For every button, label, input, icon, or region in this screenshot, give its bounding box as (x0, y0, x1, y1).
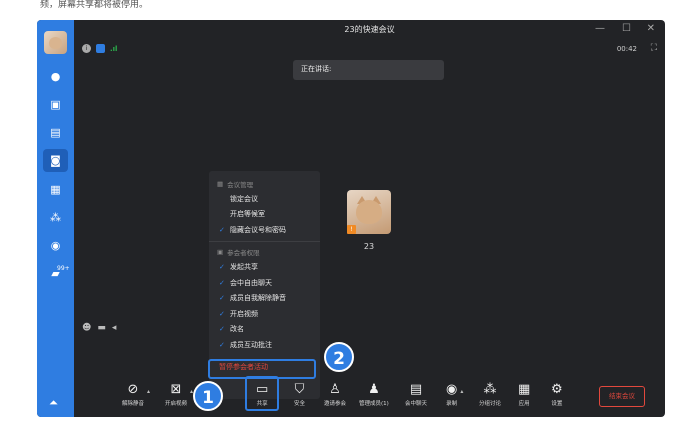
menu-item-lock-meeting[interactable]: 锁定会议 (209, 191, 320, 207)
menu-item-enable-video[interactable]: ✓ 开启视频 (209, 306, 320, 322)
breakout-icon: ⁂ (483, 382, 497, 397)
minimize-icon[interactable]: — (595, 23, 605, 34)
notification-badge: 99+ (57, 265, 70, 272)
breakout-button[interactable]: ⁂ 分组讨论 (479, 382, 501, 407)
mic-off-icon: ⊘ (127, 382, 139, 397)
menu-item-start-share[interactable]: ✓ 发起共享 (209, 260, 320, 276)
floating-controls: ☻ ▬ ◂ (82, 323, 116, 333)
status-row: i .ıl (82, 44, 117, 53)
lock-icon: ▣ (217, 248, 224, 256)
chat-icon[interactable]: ● (49, 70, 62, 83)
camera-off-icon: ⊠ (170, 382, 182, 397)
info-icon[interactable]: i (82, 44, 91, 53)
meeting-timer: 00:42 (616, 45, 637, 53)
close-icon[interactable]: ✕ (647, 23, 655, 34)
check-icon: ✓ (219, 309, 225, 318)
org-chart-icon[interactable]: ⁂ (49, 211, 62, 224)
muted-mic-icon: ! (347, 225, 356, 234)
menu-divider (209, 240, 320, 242)
unmute-button[interactable]: ⊘ 解除静音 ▴ (122, 382, 150, 407)
left-rail: ● ▣ ▤ ◙ ▦ ⁂ ◉ ▰ 99+ ⏶ (37, 20, 74, 417)
speaking-indicator: 正在讲话: (293, 60, 444, 80)
video-button[interactable]: ⊠ 开启视频 ▴ (165, 382, 193, 407)
bottom-toolbar: ⊘ 解除静音 ▴ ⊠ 开启视频 ▴ ▭ 共享 ⛉ 安全 ♙ 邀请参会 ♟ 管理成… (74, 380, 665, 417)
caret-up-icon[interactable]: ▴ (147, 388, 150, 395)
gear-icon: ⚙ (551, 382, 563, 397)
menu-item-hide-meeting-id[interactable]: ✓ 隐藏会议号和密码 (209, 222, 320, 238)
signal-icon[interactable]: .ıl (110, 45, 117, 53)
members-icon: ♟ (368, 382, 380, 397)
apps-button[interactable]: ▦ 应用 (518, 382, 530, 407)
fullscreen-icon[interactable]: ⛶ (651, 43, 657, 53)
user-avatar[interactable] (44, 31, 67, 54)
menu-item-rename[interactable]: ✓ 改名 (209, 322, 320, 338)
chat-button[interactable]: ▤ 会中聊天 (405, 382, 427, 407)
step-marker-2: 2 (324, 342, 354, 372)
check-icon: ✓ (219, 325, 225, 334)
collapse-icon[interactable]: ◂ (112, 323, 117, 333)
add-person-icon: ♙ (329, 382, 341, 397)
workspace-icon[interactable]: ◉ (49, 239, 62, 252)
menu-item-annotation[interactable]: ✓ 成员互动批注 (209, 337, 320, 353)
menu-section-participant-permissions: ▣ 参会者权限 (217, 248, 260, 257)
comment-icon[interactable]: ▬ (97, 323, 106, 333)
page-caption: 频，屏幕共享都将被停用。 (40, 0, 149, 10)
step-marker-1: 1 (193, 381, 223, 411)
window-title: 23的快速会议 (344, 25, 395, 34)
meeting-icon[interactable]: ◙ (43, 149, 68, 172)
apps-icon: ▦ (518, 382, 531, 397)
record-button[interactable]: ◉ 录制 ▴ (446, 382, 463, 407)
security-button[interactable]: ⛉ 安全 (294, 382, 305, 407)
end-meeting-button[interactable]: 结束会议 (599, 386, 645, 407)
app-logo-icon[interactable]: ⏶ (49, 396, 58, 410)
check-icon: ✓ (219, 278, 225, 287)
check-icon: ✓ (219, 340, 225, 349)
record-icon: ◉ (446, 382, 458, 397)
security-highlight (245, 376, 279, 411)
chat-bubble-icon: ▤ (409, 382, 423, 397)
document-icon[interactable]: ▤ (49, 126, 62, 139)
title-bar: 23的快速会议 — ☐ ✕ (74, 20, 665, 38)
check-icon: ✓ (219, 225, 225, 234)
check-icon: ✓ (219, 294, 225, 303)
menu-item-self-unmute[interactable]: ✓ 成员自我解除静音 (209, 291, 320, 307)
apps-grid-icon[interactable]: ▦ (49, 183, 62, 196)
participant-name: 23 (363, 242, 375, 251)
manage-members-button[interactable]: ♟ 管理成员(1) (359, 382, 389, 407)
menu-section-meeting-management: ▦ 会议管理 (217, 179, 254, 189)
check-icon: ✓ (219, 263, 225, 272)
settings-button[interactable]: ⚙ 设置 (551, 382, 563, 407)
emoji-icon[interactable]: ☻ (82, 323, 91, 333)
calendar-icon[interactable]: ▣ (49, 98, 62, 111)
maximize-icon[interactable]: ☐ (622, 23, 631, 34)
menu-item-waiting-room[interactable]: 开启等候室 (209, 207, 320, 223)
menu-item-free-chat[interactable]: ✓ 会中自由聊天 (209, 275, 320, 291)
grid-icon: ▦ (217, 179, 224, 188)
shield-icon: ⛉ (294, 382, 305, 397)
shield-icon[interactable] (96, 44, 105, 53)
invite-button[interactable]: ♙ 邀请参会 (324, 382, 346, 407)
caret-up-icon[interactable]: ▴ (460, 388, 463, 395)
